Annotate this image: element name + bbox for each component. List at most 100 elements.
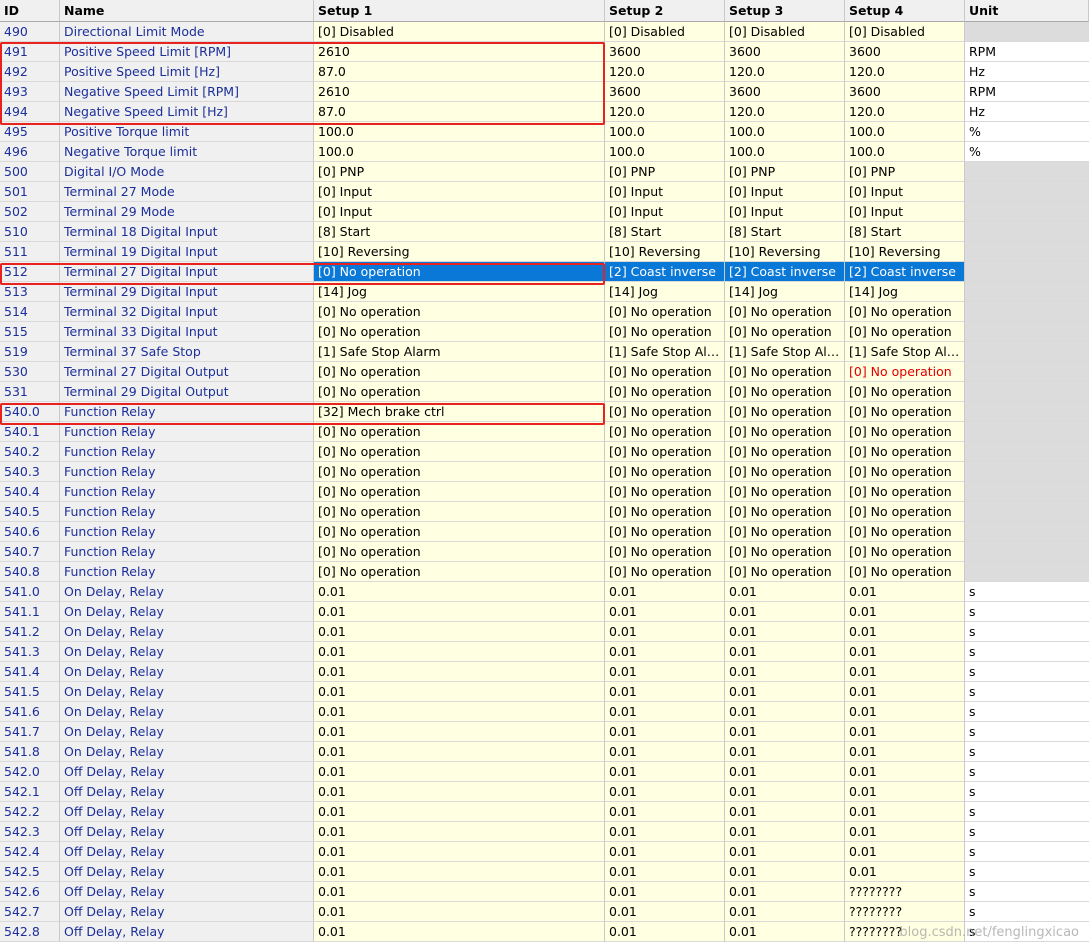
setup1-value-cell[interactable]: 0.01 (314, 662, 605, 682)
setup4-value-cell[interactable]: [0] No operation (845, 382, 965, 402)
setup1-value-cell[interactable]: 2610 (314, 82, 605, 102)
setup2-value-cell[interactable]: 0.01 (605, 782, 725, 802)
setup3-value-cell[interactable]: [14] Jog (725, 282, 845, 302)
setup3-value-cell[interactable]: [0] No operation (725, 542, 845, 562)
setup3-value-cell[interactable]: 0.01 (725, 682, 845, 702)
setup3-value-cell[interactable]: [0] No operation (725, 322, 845, 342)
setup3-value-cell[interactable]: [0] No operation (725, 462, 845, 482)
setup1-value-cell[interactable]: [32] Mech brake ctrl (314, 402, 605, 422)
column-header-id[interactable]: ID (0, 0, 60, 22)
setup1-value-cell[interactable]: 0.01 (314, 922, 605, 942)
setup3-value-cell[interactable]: [10] Reversing (725, 242, 845, 262)
table-row[interactable]: 540.5 Function Relay [0] No operation [0] N… (0, 502, 1089, 522)
setup2-value-cell[interactable]: 0.01 (605, 902, 725, 922)
setup2-value-cell[interactable]: 0.01 (605, 922, 725, 942)
table-row[interactable]: 500 Digital I/O Mode [0] PNP [0] PNP [0] PNP… (0, 162, 1089, 182)
setup1-value-cell[interactable]: 0.01 (314, 782, 605, 802)
setup1-value-cell[interactable]: [0] No operation (314, 442, 605, 462)
setup3-value-cell[interactable]: 0.01 (725, 842, 845, 862)
table-row[interactable]: 542.2 Off Delay, Relay 0.01 0.01 0.01 0.01 s (0, 802, 1089, 822)
setup1-value-cell[interactable]: 0.01 (314, 902, 605, 922)
table-row[interactable]: 542.6 Off Delay, Relay 0.01 0.01 0.01???????… (0, 882, 1089, 902)
table-row[interactable]: 492 Positive Speed Limit [Hz] 87.0 120.0 120… (0, 62, 1089, 82)
setup2-value-cell[interactable]: 0.01 (605, 842, 725, 862)
setup3-value-cell[interactable]: [8] Start (725, 222, 845, 242)
table-row[interactable]: 510 Terminal 18 Digital Input [8] Start [8]… (0, 222, 1089, 242)
table-row[interactable]: 514 Terminal 32 Digital Input [0] No opera… (0, 302, 1089, 322)
setup1-value-cell[interactable]: 0.01 (314, 722, 605, 742)
table-row[interactable]: 542.4 Off Delay, Relay 0.01 0.01 0.01 0.01 s (0, 842, 1089, 862)
setup4-value-cell[interactable]: 120.0 (845, 102, 965, 122)
setup3-value-cell[interactable]: 0.01 (725, 602, 845, 622)
setup2-value-cell[interactable]: 0.01 (605, 702, 725, 722)
setup4-value-cell[interactable]: [0] No operation (845, 362, 965, 382)
setup1-value-cell[interactable]: [0] No operation (314, 562, 605, 582)
setup2-value-cell[interactable]: [0] Input (605, 182, 725, 202)
setup4-value-cell[interactable]: [0] No operation (845, 482, 965, 502)
table-row[interactable]: 540.0 Function Relay [32] Mech brake ctrl[… (0, 402, 1089, 422)
setup1-value-cell[interactable]: [8] Start (314, 222, 605, 242)
setup3-value-cell[interactable]: [0] No operation (725, 362, 845, 382)
table-row[interactable]: 541.7 On Delay, Relay 0.01 0.01 0.01 0.01 s (0, 722, 1089, 742)
setup4-value-cell[interactable]: [0] No operation (845, 402, 965, 422)
setup3-value-cell[interactable]: 0.01 (725, 582, 845, 602)
table-row[interactable]: 530 Terminal 27 Digital Output [0] No oper… (0, 362, 1089, 382)
setup4-value-cell[interactable]: [0] No operation (845, 322, 965, 342)
setup3-value-cell[interactable]: [2] Coast inverse (725, 262, 845, 282)
setup1-value-cell[interactable]: [0] No operation (314, 482, 605, 502)
setup1-value-cell[interactable]: [0] No operation (314, 362, 605, 382)
setup2-value-cell[interactable]: 0.01 (605, 862, 725, 882)
setup2-value-cell[interactable]: 120.0 (605, 62, 725, 82)
setup1-value-cell[interactable]: 0.01 (314, 602, 605, 622)
column-header-unit[interactable]: Unit (965, 0, 1089, 22)
table-row[interactable]: 495 Positive Torque limit 100.0 100.0 100.0 1… (0, 122, 1089, 142)
setup4-value-cell[interactable]: [10] Reversing (845, 242, 965, 262)
setup1-value-cell[interactable]: [0] No operation (314, 522, 605, 542)
table-row[interactable]: 541.4 On Delay, Relay 0.01 0.01 0.01 0.01 s (0, 662, 1089, 682)
setup4-value-cell[interactable]: [0] No operation (845, 422, 965, 442)
setup3-value-cell[interactable]: 0.01 (725, 642, 845, 662)
setup3-value-cell[interactable]: 0.01 (725, 782, 845, 802)
setup1-value-cell[interactable]: [0] No operation (314, 542, 605, 562)
setup4-value-cell[interactable]: 0.01 (845, 862, 965, 882)
setup2-value-cell[interactable]: 0.01 (605, 682, 725, 702)
setup4-value-cell[interactable]: 100.0 (845, 142, 965, 162)
setup2-value-cell[interactable]: 100.0 (605, 122, 725, 142)
setup3-value-cell[interactable]: 0.01 (725, 702, 845, 722)
setup3-value-cell[interactable]: [0] PNP (725, 162, 845, 182)
table-row[interactable]: 540.6 Function Relay [0] No operation [0] N… (0, 522, 1089, 542)
parameter-grid[interactable]: ID Name Setup 1 Setup 2 Setup 3 Setup 4 … (0, 0, 1089, 942)
table-row[interactable]: 542.5 Off Delay, Relay 0.01 0.01 0.01 0.01 s (0, 862, 1089, 882)
setup1-value-cell[interactable]: 0.01 (314, 802, 605, 822)
setup2-value-cell[interactable]: 120.0 (605, 102, 725, 122)
setup3-value-cell[interactable]: [0] No operation (725, 382, 845, 402)
setup3-value-cell[interactable]: [0] Disabled (725, 22, 845, 42)
column-header-setup1[interactable]: Setup 1 (314, 0, 605, 22)
setup1-value-cell[interactable]: [14] Jog (314, 282, 605, 302)
setup1-value-cell[interactable]: 0.01 (314, 742, 605, 762)
setup1-value-cell[interactable]: [0] No operation (314, 322, 605, 342)
setup4-value-cell[interactable]: 0.01 (845, 662, 965, 682)
setup3-value-cell[interactable]: [0] No operation (725, 422, 845, 442)
setup1-value-cell[interactable]: [0] No operation (314, 422, 605, 442)
setup4-value-cell[interactable]: [0] Input (845, 182, 965, 202)
setup2-value-cell[interactable]: [0] No operation (605, 462, 725, 482)
setup1-value-cell[interactable]: [0] No operation (314, 302, 605, 322)
setup2-value-cell[interactable]: [1] Safe Stop Alar... (605, 342, 725, 362)
setup1-value-cell[interactable]: 0.01 (314, 842, 605, 862)
setup4-value-cell[interactable]: [0] Disabled (845, 22, 965, 42)
setup2-value-cell[interactable]: 0.01 (605, 582, 725, 602)
setup3-value-cell[interactable]: 0.01 (725, 662, 845, 682)
setup2-value-cell[interactable]: [0] No operation (605, 542, 725, 562)
setup1-value-cell[interactable]: [0] Input (314, 202, 605, 222)
setup1-value-cell[interactable]: 0.01 (314, 582, 605, 602)
setup1-value-cell[interactable]: 0.01 (314, 882, 605, 902)
setup4-value-cell[interactable]: [2] Coast inverse (845, 262, 965, 282)
setup3-value-cell[interactable]: 0.01 (725, 902, 845, 922)
setup2-value-cell[interactable]: [0] PNP (605, 162, 725, 182)
setup3-value-cell[interactable]: [0] No operation (725, 402, 845, 422)
setup1-value-cell[interactable]: 100.0 (314, 142, 605, 162)
setup1-value-cell[interactable]: [10] Reversing (314, 242, 605, 262)
column-header-setup4[interactable]: Setup 4 (845, 0, 965, 22)
setup2-value-cell[interactable]: [0] No operation (605, 362, 725, 382)
